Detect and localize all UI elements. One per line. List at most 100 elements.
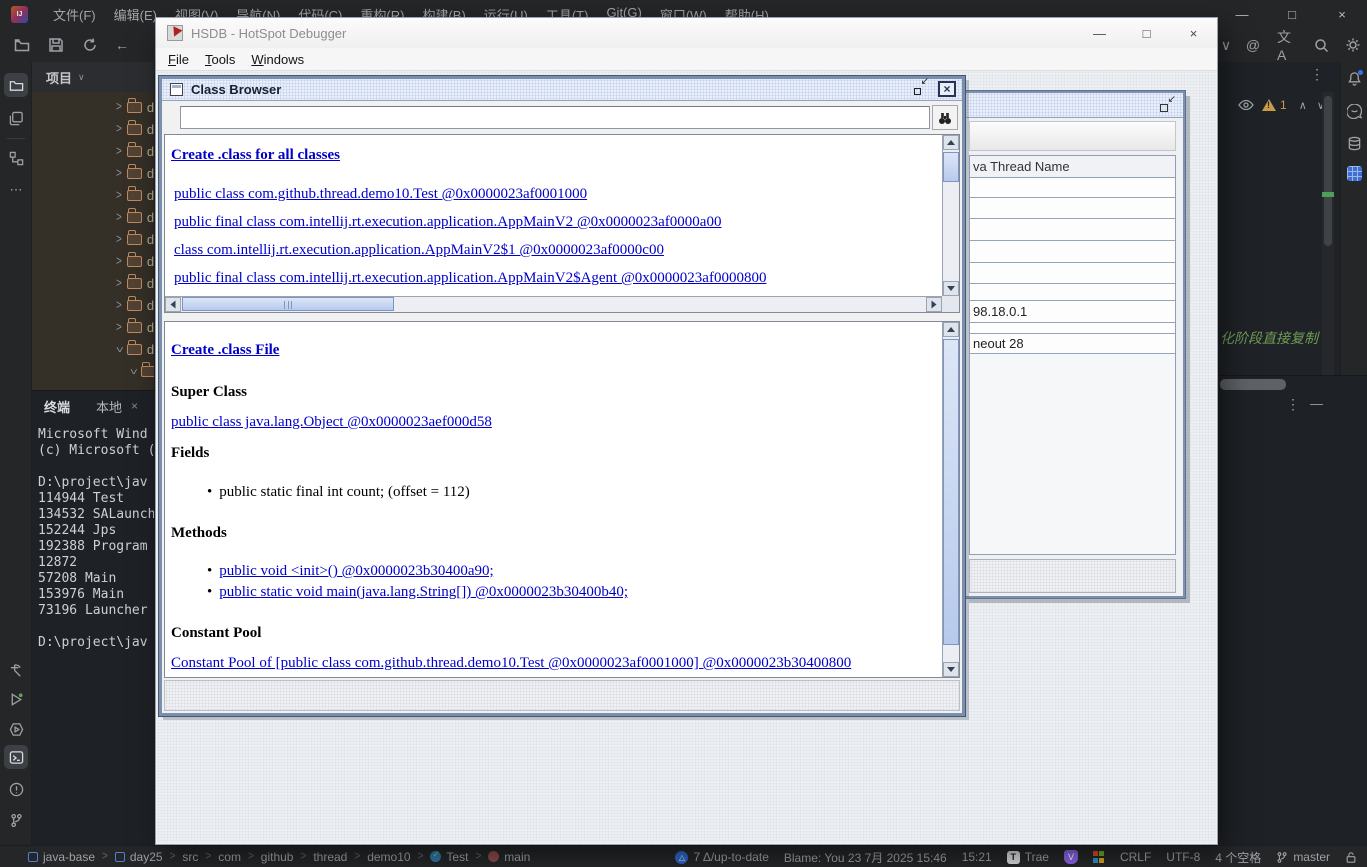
- breadcrumb-item-Test[interactable]: Test: [430, 850, 468, 864]
- tree-row[interactable]: >da: [32, 294, 155, 316]
- build-tool-icon[interactable]: [4, 658, 28, 682]
- scroll-down-button[interactable]: [943, 662, 959, 677]
- hsdb-titlebar[interactable]: HSDB - HotSpot Debugger — □ ×: [156, 18, 1217, 48]
- refresh-icon[interactable]: [80, 35, 100, 55]
- scroll-up-button[interactable]: [943, 135, 959, 150]
- chevron-right-icon[interactable]: >: [116, 210, 122, 224]
- more-tools-icon[interactable]: ⋯: [4, 178, 28, 202]
- create-class-file-link[interactable]: Create .class File: [171, 342, 279, 359]
- chevron-down-icon[interactable]: >: [126, 368, 140, 374]
- chevron-right-icon[interactable]: >: [116, 298, 122, 312]
- thread-row[interactable]: [970, 284, 1175, 301]
- chevron-right-icon[interactable]: >: [116, 188, 122, 202]
- notifications-bell-icon[interactable]: [1344, 68, 1365, 89]
- ai-assistant-icon[interactable]: @: [1243, 35, 1263, 55]
- class-list-hscrollbar[interactable]: [165, 296, 942, 312]
- thread-row[interactable]: [970, 198, 1175, 219]
- threads-frame-titlebar[interactable]: ↙: [966, 93, 1183, 118]
- more-vertical-icon[interactable]: ⋮: [1310, 66, 1324, 83]
- services-tool-icon[interactable]: [4, 717, 28, 741]
- hide-panel-icon[interactable]: —: [1310, 396, 1323, 411]
- ide-menu-item-0[interactable]: 文件(F): [44, 1, 105, 28]
- pane-splitter[interactable]: [164, 313, 960, 321]
- breadcrumb-item-src[interactable]: src: [182, 850, 198, 864]
- chevron-right-icon[interactable]: >: [116, 232, 122, 246]
- breadcrumb-item-com[interactable]: com: [218, 850, 241, 864]
- terminal-panel-title[interactable]: 终端: [44, 397, 70, 416]
- tree-row[interactable]: >da: [32, 96, 155, 118]
- threads-restore-button[interactable]: ↙: [1159, 97, 1175, 113]
- class-browser-restore-button[interactable]: ↙: [912, 80, 929, 97]
- editor-hscrollbar-thumb[interactable]: [1220, 379, 1286, 390]
- encoding-widget[interactable]: UTF-8: [1166, 850, 1200, 864]
- method-link[interactable]: public void <init>() @0x0000023b30400a90…: [219, 563, 493, 579]
- class-detail-vscrollbar[interactable]: [942, 322, 959, 677]
- thread-row[interactable]: [970, 323, 1175, 334]
- scroll-up-button[interactable]: [943, 322, 959, 337]
- shield-plugin-icon[interactable]: V: [1064, 850, 1078, 864]
- class-link[interactable]: class com.intellij.rt.execution.applicat…: [174, 242, 664, 259]
- back-arrow-icon[interactable]: ←: [112, 35, 132, 55]
- warning-count[interactable]: 1: [1280, 98, 1287, 112]
- hsdb-menu-tools[interactable]: Tools: [197, 50, 243, 69]
- threads-column-header[interactable]: va Thread Name: [970, 156, 1175, 178]
- tree-row[interactable]: >da: [32, 140, 155, 162]
- run-tool-icon[interactable]: [4, 687, 28, 711]
- search-everywhere-icon[interactable]: [1311, 35, 1331, 55]
- method-link[interactable]: public static void main(java.lang.String…: [219, 584, 628, 600]
- vcs-changes-widget[interactable]: △ 7 Δ/up-to-date: [675, 850, 768, 864]
- more-vertical-icon[interactable]: ⋮: [1286, 396, 1300, 413]
- chevron-right-icon[interactable]: >: [116, 100, 122, 114]
- line-ending-widget[interactable]: CRLF: [1120, 850, 1151, 864]
- save-icon[interactable]: [46, 35, 66, 55]
- tree-row[interactable]: >da: [32, 206, 155, 228]
- thread-row[interactable]: 98.18.0.1: [970, 301, 1175, 323]
- hsdb-close-button[interactable]: ×: [1170, 18, 1217, 48]
- breadcrumb-item-github[interactable]: github: [261, 850, 294, 864]
- editor-scrollbar[interactable]: [1322, 92, 1334, 375]
- terminal-tool-icon[interactable]: [4, 745, 28, 769]
- breadcrumb-item-day25[interactable]: day25: [115, 850, 163, 864]
- project-panel-header[interactable]: 项目 ∨: [32, 62, 154, 92]
- scrollbar-thumb[interactable]: [182, 297, 394, 311]
- class-link[interactable]: public final class com.intellij.rt.execu…: [174, 214, 721, 231]
- prev-warning-icon[interactable]: ∧: [1299, 99, 1307, 112]
- class-browser-close-button[interactable]: ×: [938, 81, 956, 97]
- project-tool-icon[interactable]: [4, 73, 28, 97]
- thread-row[interactable]: [970, 241, 1175, 263]
- search-button[interactable]: [932, 105, 958, 130]
- class-browser-titlebar[interactable]: Class Browser ↙ ×: [162, 79, 962, 101]
- editor-scrollbar-thumb[interactable]: [1324, 96, 1332, 246]
- scrollbar-thumb[interactable]: [943, 152, 959, 182]
- class-link[interactable]: public final class com.intellij.rt.execu…: [174, 270, 766, 287]
- chevron-right-icon[interactable]: >: [116, 276, 122, 290]
- breadcrumb-item-main[interactable]: main: [488, 850, 530, 864]
- thread-row[interactable]: neout 28: [970, 334, 1175, 354]
- indent-widget[interactable]: 4 个空格: [1215, 849, 1261, 866]
- structure-tool-icon[interactable]: [4, 146, 28, 170]
- breadcrumb-item-java-base[interactable]: java-base: [28, 850, 95, 864]
- hsdb-minimize-button[interactable]: —: [1076, 18, 1123, 48]
- chevron-down-icon[interactable]: >: [112, 346, 126, 352]
- class-link[interactable]: public class com.github.thread.demo10.Te…: [174, 186, 587, 203]
- scroll-down-button[interactable]: [943, 281, 959, 296]
- warning-icon[interactable]: [1262, 99, 1276, 111]
- translate-icon[interactable]: 文A: [1277, 35, 1297, 55]
- scroll-right-button[interactable]: [926, 297, 942, 312]
- git-tool-icon[interactable]: [4, 808, 28, 832]
- terminal-output[interactable]: Microsoft Wind(c) Microsoft ( D:\project…: [38, 427, 155, 651]
- eye-icon[interactable]: [1238, 99, 1254, 111]
- ide-close-button[interactable]: ×: [1317, 0, 1367, 28]
- scrollbar-thumb[interactable]: [943, 339, 959, 645]
- ide-minimize-button[interactable]: —: [1217, 0, 1267, 28]
- blame-widget[interactable]: Blame: You 23 7月 2025 15:46: [784, 849, 947, 866]
- tree-row[interactable]: >da: [32, 316, 155, 338]
- constant-pool-link[interactable]: Constant Pool of [public class com.githu…: [171, 655, 851, 672]
- git-branch-widget[interactable]: master: [1276, 850, 1330, 864]
- breadcrumb-item-demo10[interactable]: demo10: [367, 850, 410, 864]
- class-list-vscrollbar[interactable]: [942, 135, 959, 296]
- chevron-right-icon[interactable]: >: [116, 320, 122, 334]
- tree-row[interactable]: >da: [32, 118, 155, 140]
- tree-row[interactable]: >: [32, 360, 155, 382]
- thread-row[interactable]: [970, 178, 1175, 198]
